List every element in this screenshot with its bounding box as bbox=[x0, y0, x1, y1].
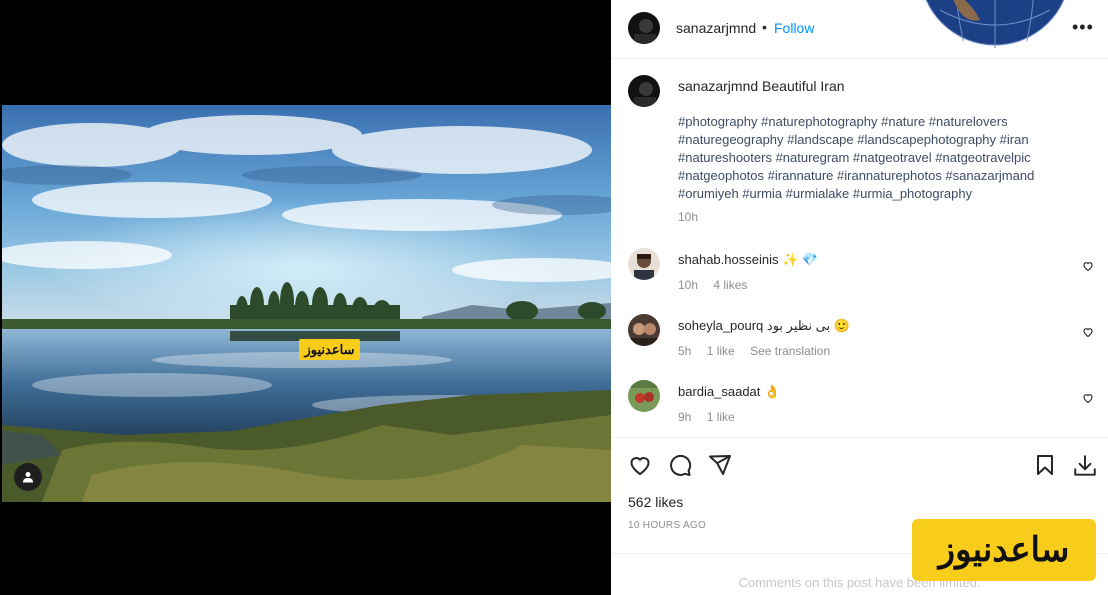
likes-count[interactable]: 562 likes bbox=[628, 494, 683, 510]
comment-item: soheyla_pourq بی نظیر بود 🙂 5h 1 like Se… bbox=[611, 314, 1108, 364]
more-options-icon[interactable]: ••• bbox=[1072, 17, 1094, 38]
caption-time: 10h bbox=[678, 210, 699, 224]
posted-time: 10 HOURS AGO bbox=[628, 520, 707, 531]
author-username[interactable]: sanazarjmnd bbox=[676, 20, 756, 36]
comment-meta: 9h 1 like bbox=[678, 410, 747, 424]
avatar-photo bbox=[628, 323, 660, 346]
commenter-avatar[interactable] bbox=[628, 380, 660, 412]
comment-item: shahab.hosseinis ✨ 💎 10h 4 likes bbox=[611, 248, 1108, 298]
caption-text: Beautiful Iran bbox=[762, 78, 845, 94]
comment-emoji: ✨ 💎 bbox=[782, 252, 819, 267]
bookmark-icon[interactable] bbox=[1033, 453, 1057, 477]
avatar-photo bbox=[628, 380, 660, 403]
commenter-avatar[interactable] bbox=[628, 314, 660, 346]
heart-icon[interactable] bbox=[628, 453, 652, 477]
comment-time: 9h bbox=[678, 410, 692, 424]
watermark-large: ساعدنیوز bbox=[912, 519, 1096, 581]
caption-hashtags[interactable]: #photography #naturephotography #nature … bbox=[678, 113, 1078, 203]
comment-item: bardia_saadat 👌 9h 1 like bbox=[611, 380, 1108, 430]
comment-emoji: 🙂 bbox=[833, 318, 850, 333]
watermark-small: ساعدنیوز bbox=[299, 339, 360, 360]
share-icon[interactable] bbox=[708, 453, 732, 477]
comment-meta: 5h 1 like See translation bbox=[678, 344, 842, 358]
caption-avatar[interactable] bbox=[628, 75, 660, 107]
comment-likes[interactable]: 1 like bbox=[707, 344, 735, 358]
landscape-image bbox=[2, 105, 611, 502]
download-icon[interactable] bbox=[1072, 453, 1098, 479]
comment-username[interactable]: soheyla_pourq بی نظیر بود 🙂 bbox=[678, 318, 850, 334]
avatar-photo bbox=[634, 254, 654, 280]
commenter-avatar[interactable] bbox=[628, 248, 660, 280]
avatar-photo bbox=[634, 82, 656, 107]
comment-meta: 10h 4 likes bbox=[678, 278, 759, 292]
comment-time: 10h bbox=[678, 278, 699, 292]
comment-text: بی نظیر بود bbox=[766, 318, 831, 333]
post-media-panel: ساعدنیوز bbox=[0, 0, 611, 595]
comment-username[interactable]: bardia_saadat 👌 bbox=[678, 384, 780, 400]
avatar-photo bbox=[634, 19, 656, 44]
comment-username[interactable]: shahab.hosseinis ✨ 💎 bbox=[678, 252, 818, 268]
comment-heart-icon[interactable] bbox=[1082, 260, 1094, 272]
header-separator: • bbox=[762, 19, 767, 35]
post-side-panel: sanazarjmnd • Follow ••• sanazarjmnd Bea… bbox=[611, 0, 1108, 595]
comment-likes[interactable]: 4 likes bbox=[713, 278, 747, 292]
actions-divider bbox=[611, 437, 1108, 438]
see-translation-link[interactable]: See translation bbox=[750, 344, 830, 358]
caption-line: sanazarjmnd Beautiful Iran bbox=[678, 78, 845, 94]
post-photo[interactable] bbox=[2, 105, 611, 502]
comment-likes[interactable]: 1 like bbox=[707, 410, 735, 424]
user-tag-icon bbox=[23, 472, 33, 483]
follow-button[interactable]: Follow bbox=[774, 20, 814, 36]
comment-icon[interactable] bbox=[668, 453, 692, 477]
comment-heart-icon[interactable] bbox=[1082, 392, 1094, 404]
user-tag-button[interactable] bbox=[14, 463, 42, 491]
comment-heart-icon[interactable] bbox=[1082, 326, 1094, 338]
author-avatar[interactable] bbox=[628, 12, 660, 44]
comment-time: 5h bbox=[678, 344, 692, 358]
comment-emoji: 👌 bbox=[764, 384, 781, 399]
caption-username[interactable]: sanazarjmnd bbox=[678, 78, 758, 94]
